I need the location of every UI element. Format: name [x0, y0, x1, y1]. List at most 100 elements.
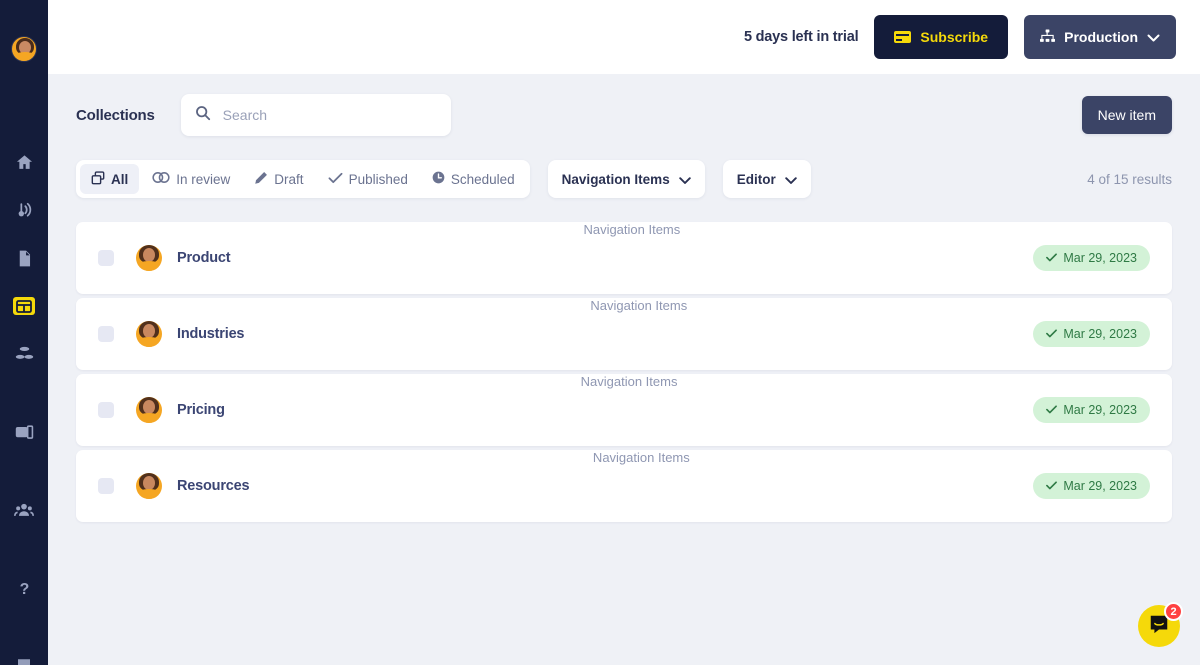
intercom-launcher-button[interactable]: 2 — [1138, 602, 1183, 647]
editor-filter-label: Editor — [736, 171, 776, 187]
tab-draft[interactable]: Draft — [243, 164, 314, 194]
tab-scheduled-label: Scheduled — [450, 171, 515, 187]
row-title[interactable]: Pricing — [177, 402, 225, 418]
row-checkbox[interactable] — [98, 402, 114, 418]
page-header-row: Collections New item — [76, 74, 1172, 148]
sidebar-item-collections[interactable] — [0, 282, 48, 330]
row-middle: Navigation Items — [225, 374, 1034, 446]
copy-icon — [91, 170, 105, 188]
sitemap-icon — [1040, 28, 1056, 46]
status-badge: Mar 29, 2023 — [1033, 321, 1150, 347]
help-icon: ? — [15, 579, 34, 598]
row-checkbox[interactable] — [98, 326, 114, 342]
environment-selector-button[interactable]: Production — [1024, 15, 1176, 59]
status-badge: Mar 29, 2023 — [1033, 473, 1150, 499]
tab-published[interactable]: Published — [317, 164, 419, 194]
subscribe-label: Subscribe — [920, 29, 989, 45]
row-checkbox[interactable] — [98, 478, 114, 494]
table-row[interactable]: Industries Navigation Items Mar 29, 2023 — [76, 298, 1172, 370]
chevron-down-icon — [1147, 29, 1160, 45]
review-circles-icon — [152, 171, 170, 187]
check-icon — [328, 172, 343, 187]
app-root: ? 5 days left in trial Subscribe Product… — [0, 0, 1200, 665]
sidebar-item-docs[interactable] — [0, 642, 48, 665]
row-collection: Navigation Items — [583, 222, 681, 237]
sidebar-item-team[interactable] — [0, 486, 48, 534]
results-count: 4 of 15 results — [1087, 171, 1172, 187]
search-icon — [195, 105, 211, 126]
subscribe-button[interactable]: Subscribe — [874, 15, 1009, 59]
sidebar-item-media[interactable] — [0, 408, 48, 456]
row-title[interactable]: Industries — [177, 326, 244, 342]
avatar-body — [137, 413, 161, 423]
page-title: Collections — [76, 106, 155, 124]
row-collection: Navigation Items — [590, 298, 688, 313]
sidebar-item-documents[interactable] — [0, 234, 48, 282]
avatar — [136, 245, 162, 271]
top-bar: 5 days left in trial Subscribe Productio… — [48, 0, 1200, 74]
credit-card-icon — [894, 31, 912, 43]
sidebar-item-broadcast[interactable] — [0, 186, 48, 234]
status-badge-date: Mar 29, 2023 — [1063, 479, 1137, 493]
tab-in-review-label: In review — [176, 171, 231, 187]
intercom-unread-badge: 2 — [1164, 602, 1183, 621]
main-area: 5 days left in trial Subscribe Productio… — [48, 0, 1200, 665]
home-icon — [15, 153, 34, 172]
user-avatar[interactable] — [11, 36, 37, 62]
new-item-button[interactable]: New item — [1081, 96, 1172, 134]
status-badge-date: Mar 29, 2023 — [1063, 403, 1137, 417]
status-tabs: All In review Draft Published Scheduled — [76, 160, 530, 198]
row-collection: Navigation Items — [592, 450, 690, 465]
avatar-body — [137, 261, 161, 271]
tab-all-label: All — [111, 171, 129, 187]
avatar — [136, 473, 162, 499]
sidebar-item-data[interactable] — [0, 330, 48, 378]
sidebar-item-home[interactable] — [0, 138, 48, 186]
avatar-body — [14, 52, 36, 61]
collection-filter-label: Navigation Items — [561, 171, 670, 187]
filter-bar: All In review Draft Published Scheduled … — [76, 160, 1172, 198]
row-middle: Navigation Items — [244, 298, 1033, 370]
avatar-face — [143, 400, 155, 414]
tab-published-label: Published — [348, 171, 408, 187]
document-icon — [15, 249, 34, 268]
table-row[interactable]: Pricing Navigation Items Mar 29, 2023 — [76, 374, 1172, 446]
chevron-down-icon — [784, 172, 797, 187]
status-badge-date: Mar 29, 2023 — [1063, 251, 1137, 265]
tab-scheduled[interactable]: Scheduled — [421, 164, 526, 194]
avatar — [136, 321, 162, 347]
row-collection: Navigation Items — [580, 374, 678, 389]
broadcast-icon — [15, 201, 34, 220]
search-box[interactable] — [180, 94, 451, 136]
chevron-down-icon — [678, 172, 691, 187]
tab-draft-label: Draft — [274, 171, 304, 187]
table-row[interactable]: Product Navigation Items Mar 29, 2023 — [76, 222, 1172, 294]
row-title[interactable]: Product — [177, 250, 231, 266]
table-row[interactable]: Resources Navigation Items Mar 29, 2023 — [76, 450, 1172, 522]
search-input[interactable] — [222, 107, 437, 123]
check-icon — [1046, 403, 1058, 417]
status-badge: Mar 29, 2023 — [1033, 397, 1150, 423]
row-middle: Navigation Items — [230, 222, 1033, 294]
left-sidebar: ? — [0, 0, 48, 665]
svg-text:?: ? — [19, 581, 29, 598]
content-area: Collections New item — [48, 74, 1200, 665]
row-title[interactable]: Resources — [177, 478, 250, 494]
sidebar-item-help[interactable]: ? — [0, 564, 48, 612]
avatar-body — [137, 337, 161, 347]
items-list: Product Navigation Items Mar 29, 2023 In… — [76, 222, 1172, 522]
row-checkbox[interactable] — [98, 250, 114, 266]
check-icon — [1046, 327, 1058, 341]
status-badge-date: Mar 29, 2023 — [1063, 327, 1137, 341]
tab-all[interactable]: All — [80, 164, 140, 194]
pencil-icon — [254, 171, 268, 188]
collections-icon — [13, 297, 35, 315]
editor-filter-dropdown[interactable]: Editor — [722, 160, 811, 198]
trial-status-text: 5 days left in trial — [743, 29, 859, 45]
team-icon — [14, 500, 34, 520]
avatar-body — [137, 489, 161, 499]
collection-filter-dropdown[interactable]: Navigation Items — [547, 160, 705, 198]
check-icon — [1046, 251, 1058, 265]
tab-in-review[interactable]: In review — [141, 164, 241, 194]
media-icon — [15, 423, 34, 442]
